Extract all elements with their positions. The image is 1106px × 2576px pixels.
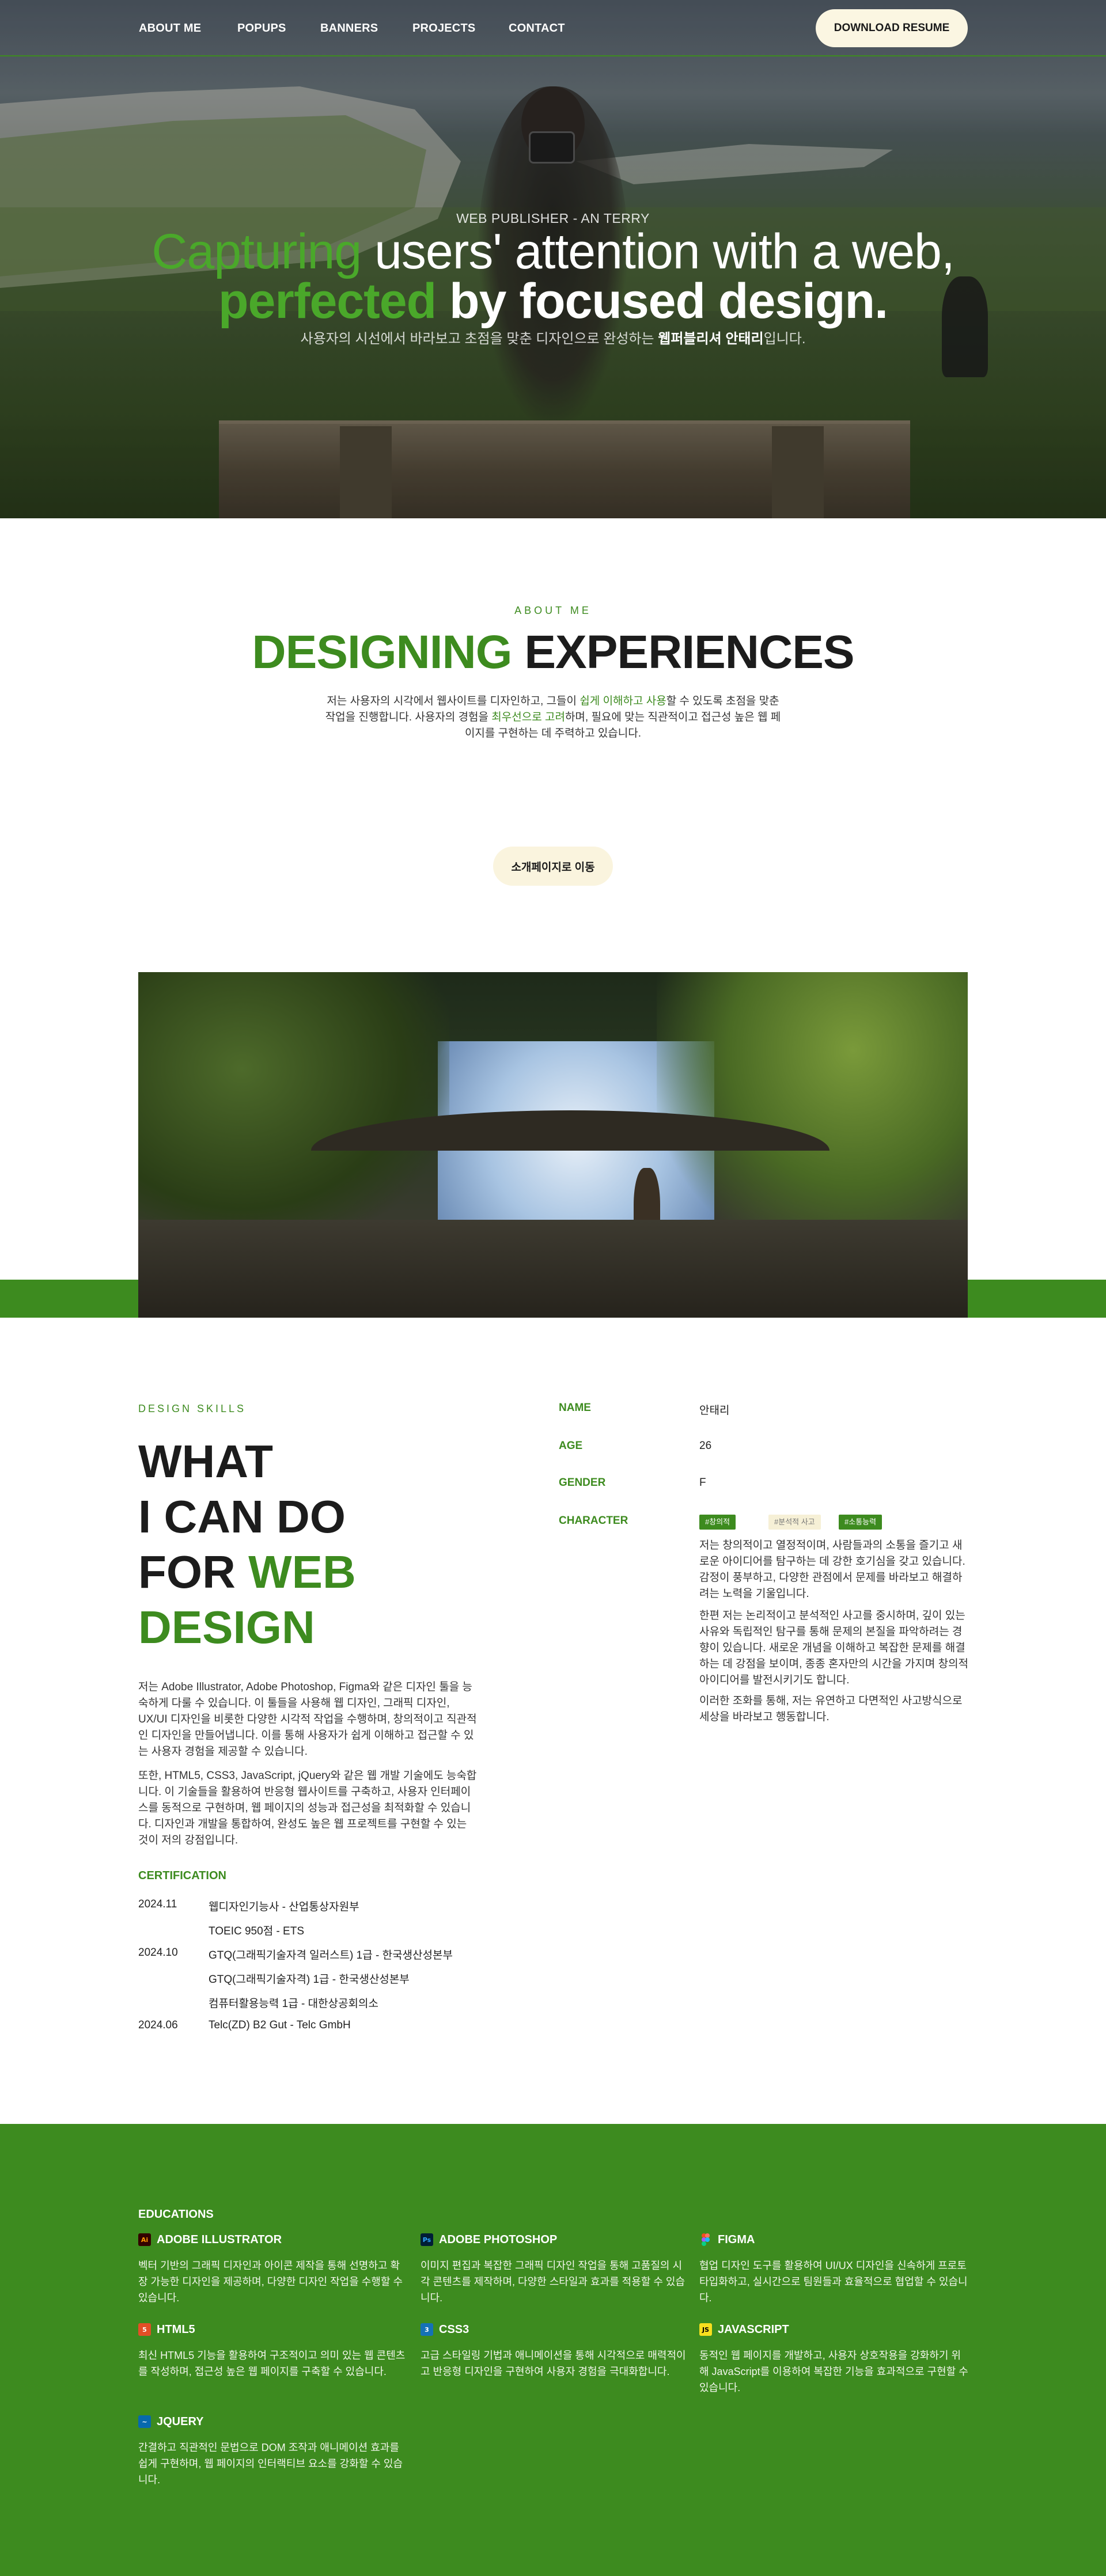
cert-date: 2024.10 [138,1947,178,1959]
edu-item-name: FIGMA [718,2233,755,2246]
profile-age-key: AGE [559,1440,583,1452]
profile-gender-key: GENDER [559,1477,606,1489]
character-tag: #소통능력 [839,1515,882,1530]
hero-highlight-capturing: Capturing [151,224,362,279]
nav-projects[interactable]: PROJECTS [412,22,475,35]
edu-item-javascript: JS JAVASCRIPT 동적인 웹 페이지를 개발하고, 사용자 상호작용을 … [699,2322,970,2396]
hero-section: ABOUT ME POPUPS BANNERS PROJECTS CONTACT… [0,0,1106,518]
design-skills-label: DESIGN SKILLS [138,1403,247,1414]
cert-name: TOEIC 950점 - ETS [209,1925,305,1937]
edu-item-name: HTML5 [157,2323,195,2336]
profile-character-key: CHARACTER [559,1515,628,1527]
about-title-rest: EXPERIENCES [512,626,854,678]
cert-name: 웹디자인기능사 - 산업통상자원부 [209,1901,359,1913]
skills-title-design: DESIGN [138,1602,315,1653]
cert-name: Telc(ZD) B2 Gut - Telc GmbH [209,2019,351,2031]
profile-age-value: 26 [699,1440,712,1452]
skills-title: WHAT I CAN DO FOR WEB DESIGN [138,1434,356,1655]
edu-item-desc: 동적인 웹 페이지를 개발하고, 사용자 상호작용을 강화하기 위해 JavaS… [699,2350,968,2393]
edu-item-name: JAVASCRIPT [718,2323,789,2336]
hero-desc-name: 웹퍼블리셔 안태리 [658,331,764,347]
edu-item-desc: 최신 HTML5 기능을 활용하여 구조적이고 의미 있는 웹 콘텐츠를 작성하… [138,2350,406,2377]
go-to-intro-button[interactable]: 소개페이지로 이동 [493,847,613,886]
character-paragraph: 이러한 조화를 통해, 저는 유연하고 다면적인 사고방식으로 세상을 바라보고… [699,1695,963,1723]
top-nav: ABOUT ME POPUPS BANNERS PROJECTS CONTACT… [0,0,1106,56]
edu-item-name: CSS3 [439,2323,469,2336]
edu-item-html5: 5 HTML5 최신 HTML5 기능을 활용하여 구조적이고 의미 있는 웹 콘… [138,2322,409,2380]
figma-icon [699,2233,712,2246]
hero-line2-rest: by focused design. [436,274,888,329]
certification-title: CERTIFICATION [138,1869,226,1882]
javascript-icon: JS [699,2323,712,2336]
edu-item-name: JQUERY [157,2415,204,2428]
nav-popups[interactable]: POPUPS [237,22,286,35]
hero-desc-suffix: 입니다. [763,331,806,347]
hero-description: 사용자의 시선에서 바라보고 초점을 맞춘 디자인으로 완성하는 웹퍼블리셔 안… [0,327,1106,347]
cert-name: 컴퓨터활용능력 1급 - 대한상공회의소 [209,1998,378,2010]
skills-title-line: FOR WEB [138,1545,356,1600]
about-text-highlight: 쉽게 이해하고 사용 [579,695,666,707]
character-tag: #창의적 [699,1515,736,1530]
edu-item-name: ADOBE ILLUSTRATOR [157,2233,282,2246]
download-resume-button[interactable]: DOWNLOAD RESUME [816,9,968,47]
nav-contact[interactable]: CONTACT [509,22,565,35]
hero-desc-text: 사용자의 시선에서 바라보고 초점을 맞춘 디자인으로 완성하는 [300,331,658,347]
edu-item-css3: 3 CSS3 고급 스타일링 기법과 애니메이션을 통해 시각적으로 매력적이고 … [421,2322,691,2380]
about-title: DESIGNING EXPERIENCES [0,625,1106,680]
edu-item-desc: 이미지 편집과 복잡한 그래픽 디자인 작업을 통해 고품질의 시각 콘텐츠를 … [421,2260,685,2304]
edu-item-desc: 고급 스타일링 기법과 애니메이션을 통해 시각적으로 매력적이고 반응형 디자… [421,2350,686,2377]
hero-headline-line2: perfected by focused design. [0,273,1106,330]
edu-item-photoshop: Ps ADOBE PHOTOSHOP 이미지 편집과 복잡한 그래픽 디자인 작업… [421,2232,691,2306]
about-text-highlight: 최우선으로 고려 [491,711,565,723]
about-text-part: 저는 사용자의 시각에서 웹사이트를 디자인하고, 그들이 [327,695,580,707]
profile-name-value: 안태리 [699,1405,730,1417]
skills-paragraph-dev: 또한, HTML5, CSS3, JavaScript, jQuery와 같은 … [138,1770,477,1846]
cert-date: 2024.06 [138,2019,178,2031]
hero-headline-line1: Capturing users' attention with a web, [0,223,1106,280]
character-paragraph: 저는 창의적이고 열정적이며, 사람들과의 소통을 즐기고 새로운 아이디어를 … [699,1539,965,1600]
character-paragraph: 한편 저는 논리적이고 분석적인 사고를 중시하며, 깊이 있는 사유와 독립적… [699,1610,969,1686]
profile-name-key: NAME [559,1402,591,1414]
skills-title-line: WHAT [138,1436,273,1487]
about-label: ABOUT ME [514,605,592,616]
html5-icon: 5 [138,2323,151,2336]
edu-item-desc: 간결하고 직관적인 문법으로 DOM 조작과 애니메이션 효과를 쉽게 구현하며… [138,2442,403,2486]
illustrator-icon: Ai [138,2233,151,2246]
cert-name: GTQ(그래픽기술자격 일러스트) 1급 - 한국생산성본부 [209,1949,453,1962]
edu-item-jquery: ~ JQUERY 간결하고 직관적인 문법으로 DOM 조작과 애니메이션 효과를… [138,2414,409,2488]
cert-date: 2024.11 [138,1898,177,1910]
edu-item-illustrator: Ai ADOBE ILLUSTRATOR 벡터 기반의 그래픽 디자인과 아이콘 … [138,2232,409,2306]
hero-line1-rest: users' attention with a web, [361,224,955,279]
edu-item-figma: FIGMA 협업 디자인 도구를 활용하여 UI/UX 디자인을 신속하게 프로… [699,2232,970,2306]
edu-item-desc: 벡터 기반의 그래픽 디자인과 아이콘 제작을 통해 선명하고 확장 가능한 디… [138,2260,403,2304]
skills-paragraph-tools: 저는 Adobe Illustrator, Adobe Photoshop, F… [138,1681,477,1758]
about-title-green: DESIGNING [252,626,512,678]
nav-about-me[interactable]: ABOUT ME [139,22,201,35]
jquery-icon: ~ [138,2415,151,2428]
cert-name: GTQ(그래픽기술자격) 1급 - 한국생산성본부 [209,1974,410,1986]
skills-title-web: WEB [248,1546,356,1598]
css3-icon: 3 [421,2323,433,2336]
character-tag: #분석적 사고 [768,1515,821,1530]
about-description: 저는 사용자의 시각에서 웹사이트를 디자인하고, 그들이 쉽게 이해하고 사용… [323,693,783,742]
educations-title: EDUCATIONS [138,2208,214,2221]
edu-item-desc: 협업 디자인 도구를 활용하여 UI/UX 디자인을 신속하게 프로토타입화하고… [699,2260,968,2304]
skills-title-line: I CAN DO [138,1491,346,1542]
nav-banners[interactable]: BANNERS [320,22,378,35]
skills-title-for: FOR [138,1546,249,1598]
hero-highlight-perfected: perfected [218,274,437,329]
photoshop-icon: Ps [421,2233,433,2246]
edu-item-name: ADOBE PHOTOSHOP [439,2233,558,2246]
arch-photo-image [138,972,968,1318]
profile-gender-value: F [699,1477,706,1489]
